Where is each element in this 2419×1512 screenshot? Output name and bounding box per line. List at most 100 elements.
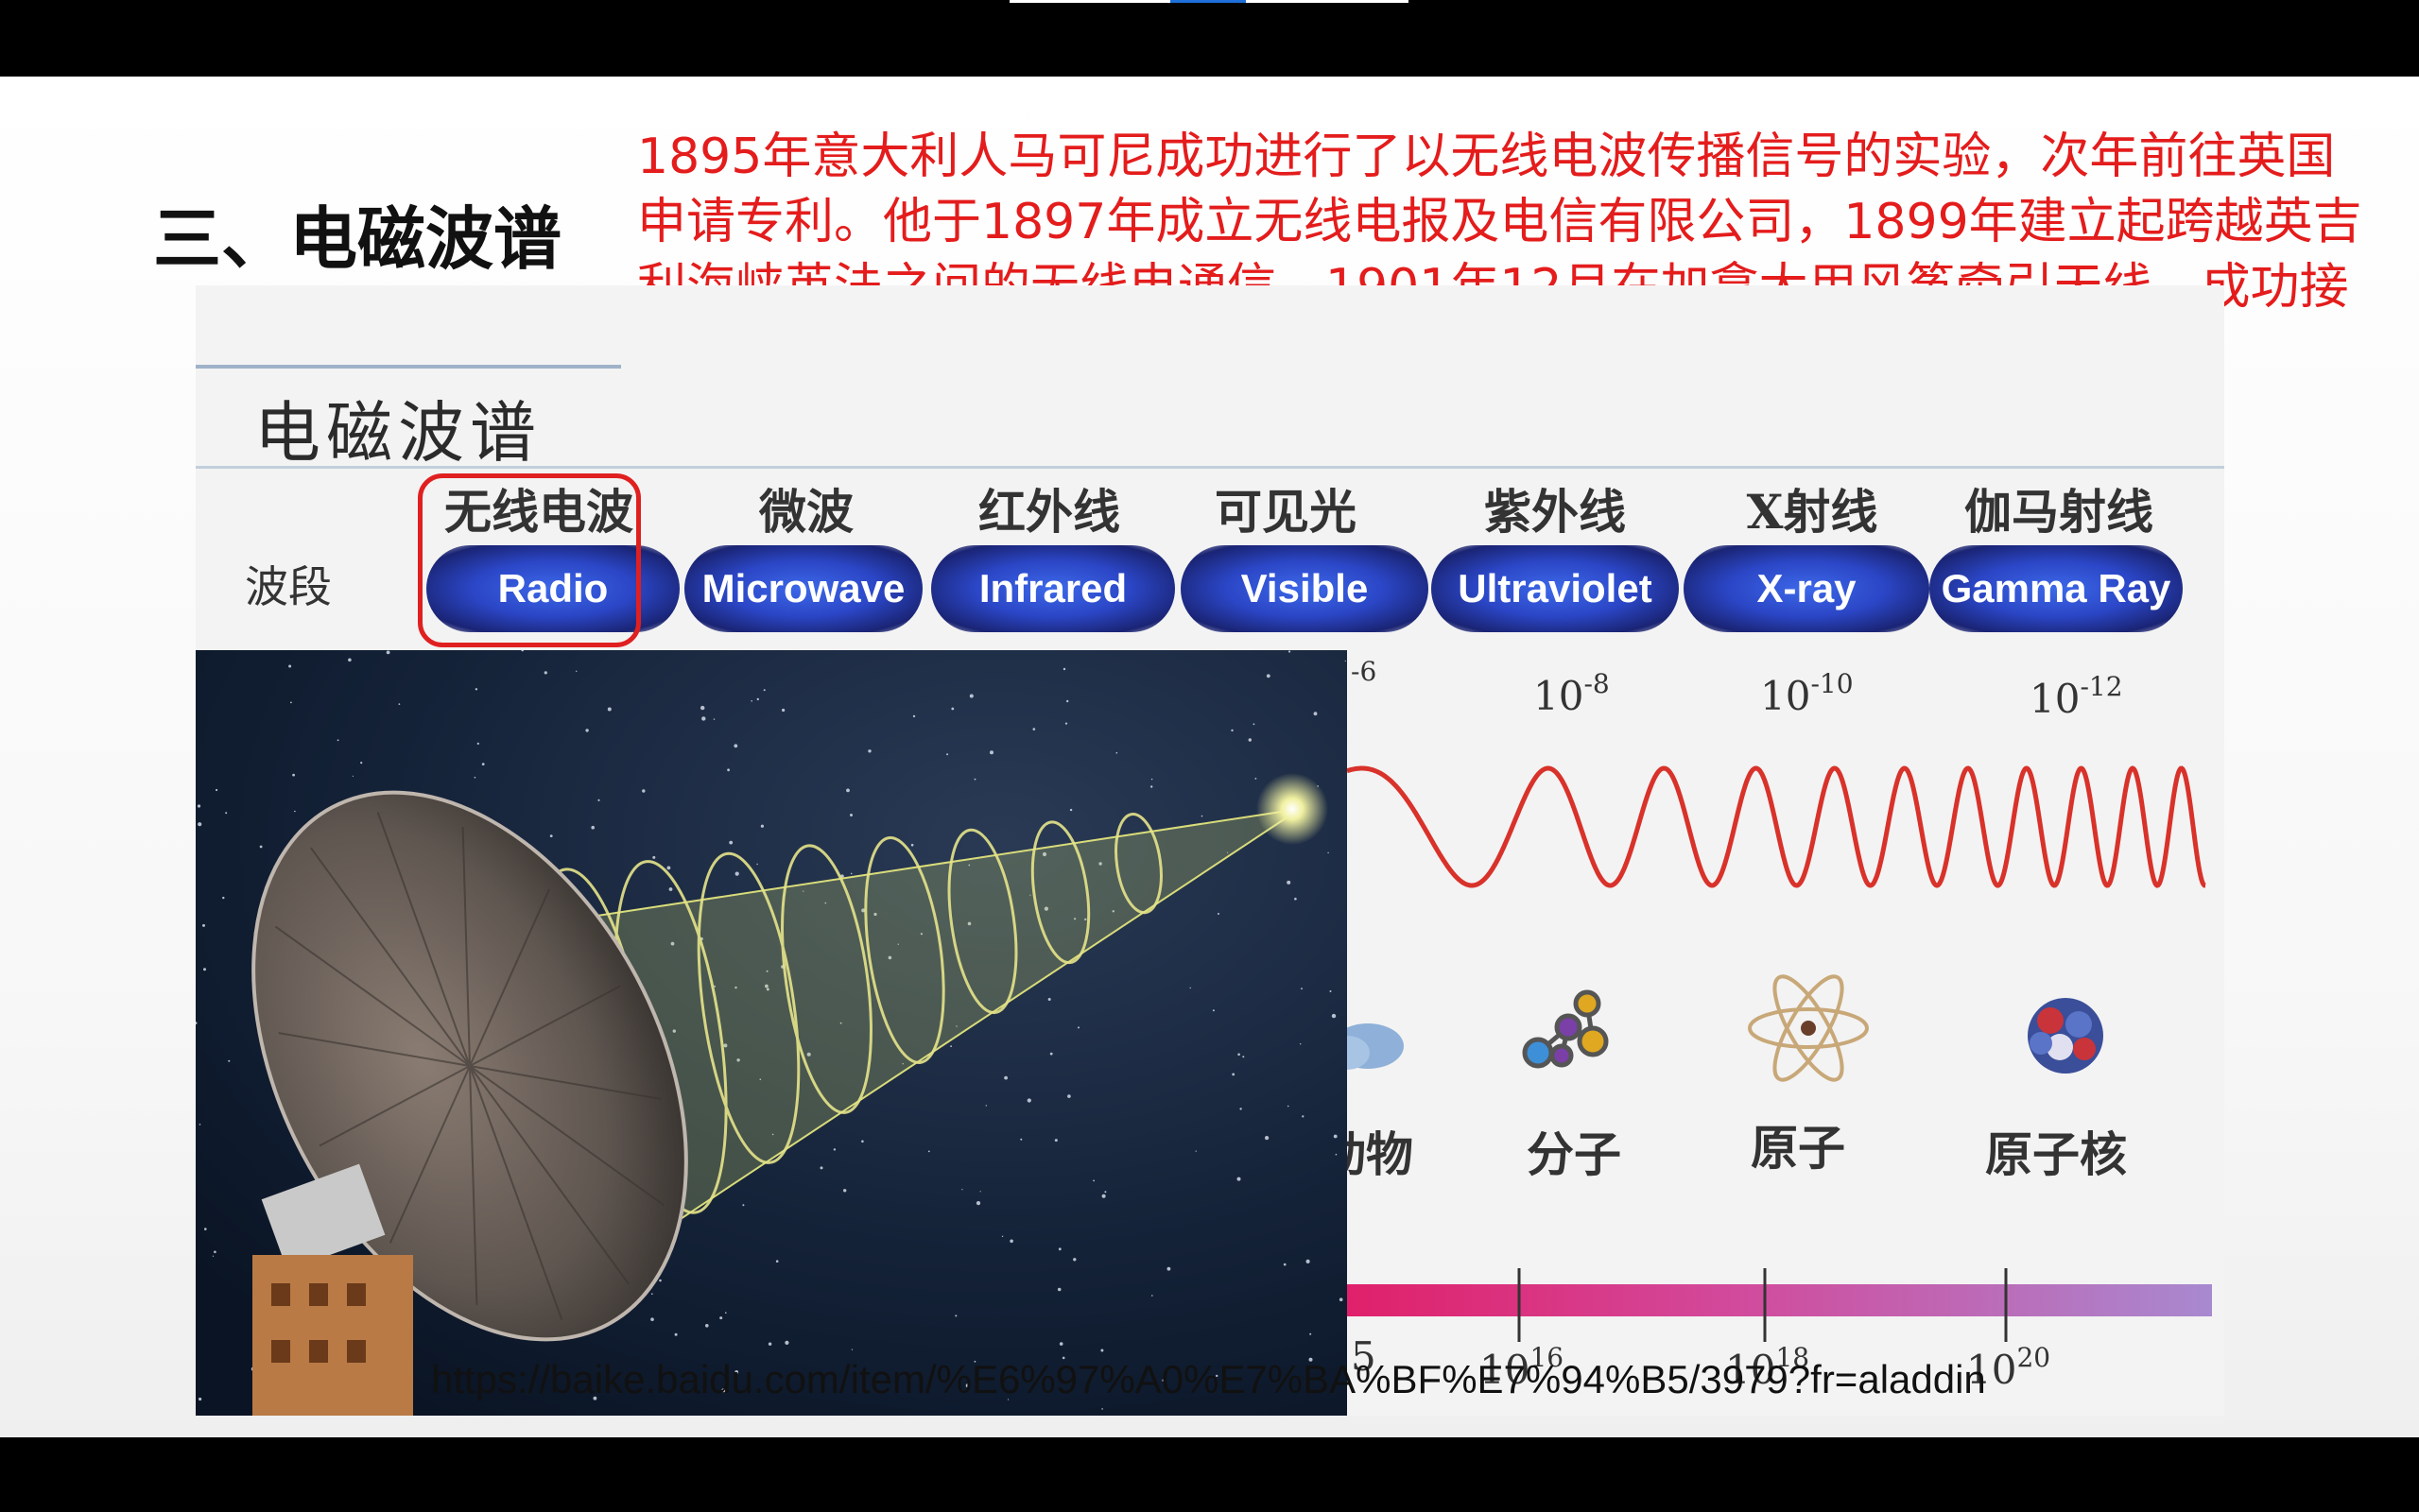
star — [216, 788, 218, 792]
star — [360, 762, 363, 765]
star — [1212, 1009, 1215, 1012]
bottom-bar — [0, 1437, 2419, 1512]
star — [1248, 738, 1253, 742]
star — [955, 1314, 958, 1317]
star — [1333, 1134, 1338, 1139]
star — [1294, 897, 1297, 901]
star — [1001, 1235, 1004, 1237]
star — [481, 763, 485, 765]
star — [1066, 699, 1069, 703]
star — [348, 658, 352, 662]
star — [1049, 1052, 1053, 1056]
star — [674, 1332, 678, 1336]
star — [651, 1293, 653, 1295]
star — [725, 1312, 727, 1314]
star — [1101, 1408, 1103, 1410]
star — [719, 1316, 723, 1320]
star — [544, 671, 547, 675]
star — [476, 742, 479, 745]
star — [756, 697, 759, 701]
star — [199, 1397, 202, 1401]
star — [756, 863, 758, 866]
star — [203, 968, 206, 971]
wavelength-tick-label: -6 — [1351, 656, 1376, 687]
scale-object-label: 分子 — [1527, 1126, 1621, 1182]
window-tab-indicator — [1246, 0, 1408, 3]
star — [1054, 1139, 1058, 1143]
star — [910, 843, 914, 847]
star — [668, 887, 673, 891]
star — [763, 689, 766, 692]
star — [1059, 1342, 1063, 1346]
star — [1265, 1136, 1270, 1141]
star — [549, 834, 553, 837]
star — [288, 664, 292, 668]
star — [1104, 1191, 1107, 1194]
star — [850, 872, 853, 875]
star — [1287, 880, 1291, 885]
star — [851, 1349, 854, 1350]
star — [951, 707, 955, 711]
star — [782, 708, 786, 713]
star — [607, 707, 612, 712]
star — [597, 799, 600, 801]
star — [1004, 1075, 1008, 1080]
star — [1302, 1115, 1305, 1118]
star — [1047, 998, 1051, 1001]
star — [474, 776, 476, 779]
scale-object-label: 原子 — [1751, 1120, 1845, 1176]
star — [751, 700, 752, 702]
slide: 三、电磁波谱 1895年意大利人马可尼成功进行了以无线电波传播信号的实验，次年前… — [0, 77, 2419, 1437]
star — [1329, 990, 1332, 992]
star — [705, 1324, 709, 1328]
star — [961, 1189, 963, 1191]
star — [785, 1340, 789, 1345]
radio-telescope-photo — [196, 650, 1347, 1416]
star — [1150, 785, 1153, 788]
star — [666, 866, 671, 870]
star — [1069, 808, 1073, 812]
star — [204, 1228, 207, 1230]
star — [198, 822, 202, 827]
star — [1331, 1013, 1337, 1019]
star — [591, 825, 595, 830]
star — [214, 1250, 216, 1254]
star — [1020, 1138, 1023, 1141]
star — [946, 753, 949, 756]
star — [585, 729, 589, 732]
star — [1218, 913, 1219, 915]
star — [1058, 1247, 1062, 1251]
star — [734, 871, 739, 876]
star — [1101, 1194, 1106, 1198]
star — [1335, 1153, 1338, 1156]
star — [1344, 660, 1346, 662]
star — [1266, 674, 1270, 679]
star — [292, 773, 295, 777]
star — [990, 750, 994, 755]
wavelength-tick-label: 10-8 — [1533, 668, 1610, 719]
star — [713, 718, 716, 720]
star — [1063, 667, 1066, 671]
star — [1301, 988, 1303, 990]
star — [833, 1148, 837, 1151]
star — [222, 896, 225, 900]
star — [775, 1260, 779, 1263]
star — [259, 845, 263, 849]
star — [843, 1189, 847, 1193]
star — [1231, 729, 1234, 732]
star — [1283, 1263, 1287, 1266]
star — [1237, 1053, 1240, 1057]
star — [1073, 1258, 1077, 1262]
star — [1339, 1297, 1343, 1301]
top-bar — [0, 0, 2419, 77]
star — [650, 1317, 654, 1321]
star — [979, 1191, 981, 1193]
star — [1010, 1239, 1013, 1244]
star — [1242, 1056, 1245, 1058]
star — [652, 855, 656, 859]
star — [976, 1201, 981, 1206]
star — [1287, 1105, 1289, 1108]
star — [202, 923, 205, 927]
star — [225, 812, 228, 815]
star — [1064, 722, 1068, 725]
